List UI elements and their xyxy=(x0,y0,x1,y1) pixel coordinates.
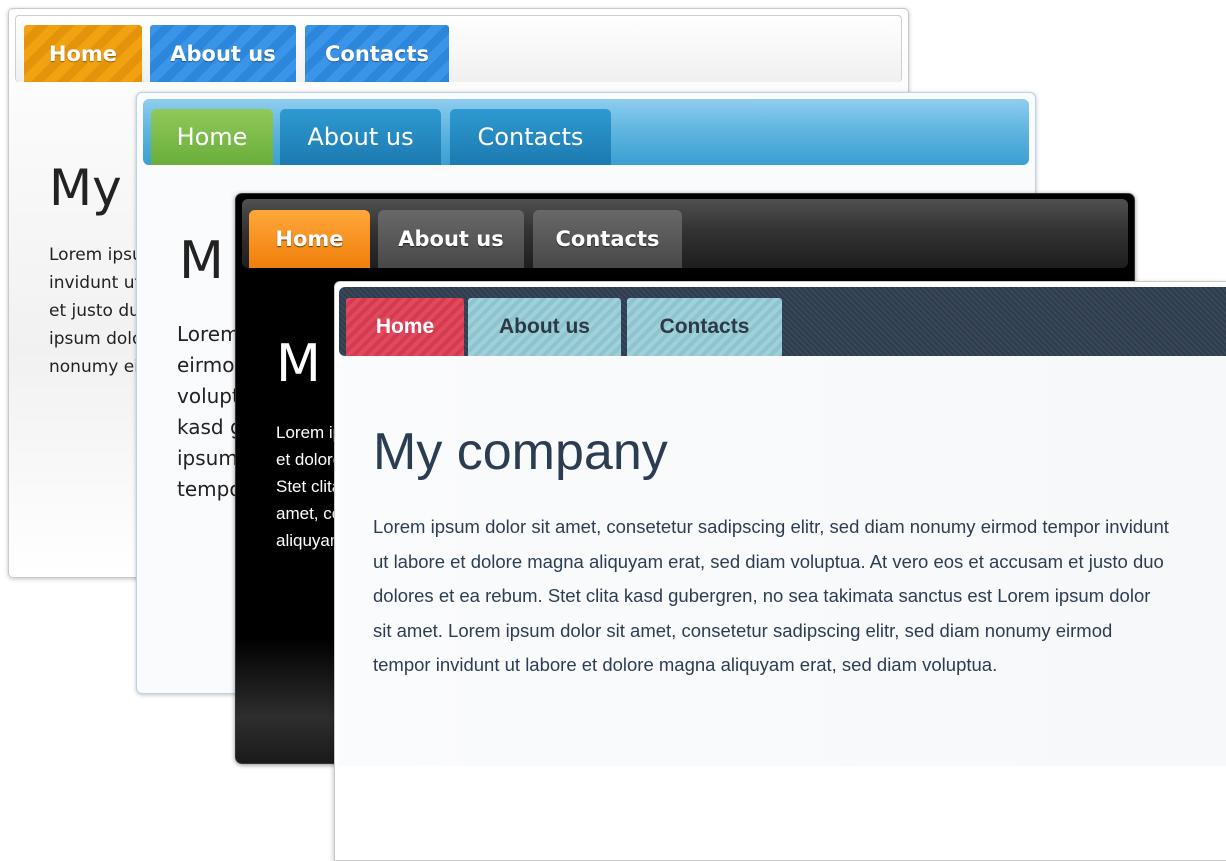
page-title: M xyxy=(179,231,224,291)
template-preview-navy: Home About us Contacts My company Lorem … xyxy=(334,281,1226,861)
tab-home[interactable]: Home xyxy=(151,109,273,165)
nav-bar: Home About us Contacts xyxy=(339,287,1226,356)
tab-about-us[interactable]: About us xyxy=(150,25,296,82)
tab-about-us[interactable]: About us xyxy=(378,210,524,268)
body-paragraph: Lorem ipsum dolor sit amet, consetetur s… xyxy=(373,516,1169,675)
tab-contacts[interactable]: Contacts xyxy=(627,298,782,356)
nav-bar: Home About us Contacts xyxy=(15,15,902,82)
page-title: My xyxy=(49,159,122,217)
page-title: M xyxy=(276,334,321,394)
tab-contacts[interactable]: Contacts xyxy=(305,25,449,82)
tab-contacts[interactable]: Contacts xyxy=(533,210,682,268)
tab-contacts[interactable]: Contacts xyxy=(450,109,611,165)
page-title: My company xyxy=(373,423,668,481)
tab-home[interactable]: Home xyxy=(24,25,142,82)
nav-bar: Home About us Contacts xyxy=(242,199,1128,268)
tab-about-us[interactable]: About us xyxy=(468,298,621,356)
nav-bar: Home About us Contacts xyxy=(143,99,1029,165)
tab-home[interactable]: Home xyxy=(249,210,370,268)
tab-about-us[interactable]: About us xyxy=(280,109,441,165)
tab-home[interactable]: Home xyxy=(346,298,464,356)
